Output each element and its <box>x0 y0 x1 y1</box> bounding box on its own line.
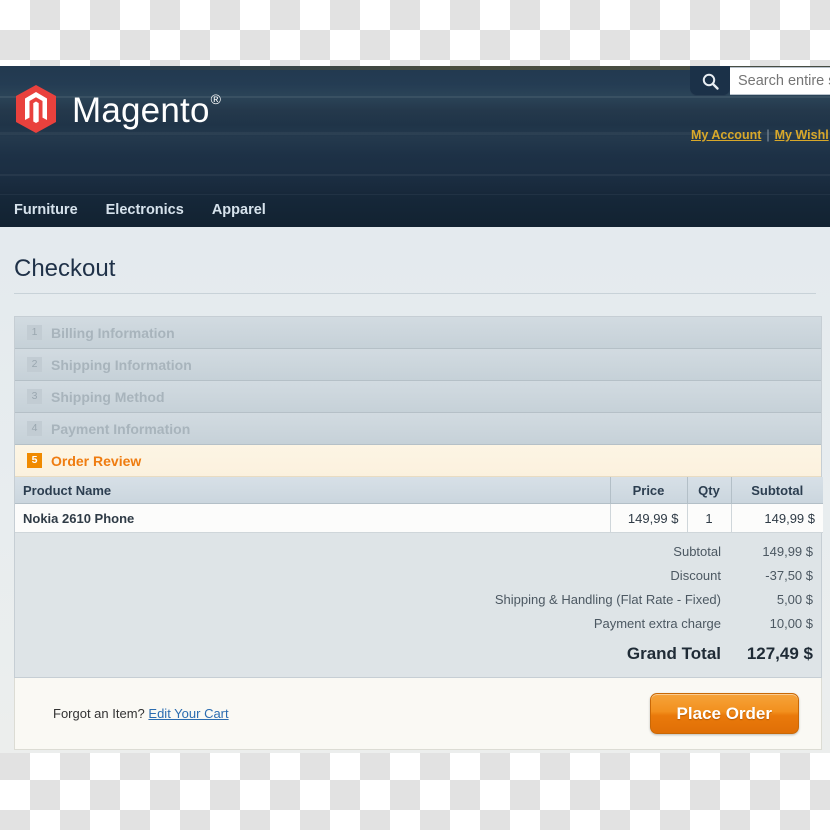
browser-page: Magento® My Account | My Wishl Furniture E… <box>0 66 830 753</box>
totals-label: Payment extra charge <box>593 615 721 631</box>
cell-price: 149,99 $ <box>610 503 688 533</box>
page-title: Checkout <box>14 255 116 282</box>
step-label: Shipping Information <box>51 356 192 373</box>
step-label: Order Review <box>51 452 142 469</box>
nav-item-furniture[interactable]: Furniture <box>14 203 78 218</box>
totals-row-subtotal: Subtotal 149,99 $ <box>15 539 821 563</box>
account-links: My Account | My Wishl <box>691 128 829 142</box>
cell-product-name: Nokia 2610 Phone <box>15 503 611 533</box>
totals-label: Discount <box>670 567 721 583</box>
checkout-step-order-review[interactable]: 5 Order Review <box>15 445 821 477</box>
magento-hexagon-logo-icon <box>16 85 56 133</box>
table-row: Nokia 2610 Phone 149,99 $ 1 149,99 $ <box>15 503 823 533</box>
column-header-qty: Qty <box>687 477 732 504</box>
column-header-product-name: Product Name <box>15 477 611 504</box>
order-items-table: Product Name Price Qty Subtotal Nokia 26… <box>15 477 823 533</box>
cell-subtotal: 149,99 $ <box>731 503 823 533</box>
brand-name: Magento <box>72 90 210 130</box>
step-number: 1 <box>27 325 42 340</box>
site-header: Magento® My Account | My Wishl <box>0 66 830 194</box>
step-number: 4 <box>27 421 42 436</box>
step-label: Shipping Method <box>51 388 165 405</box>
step-label: Billing Information <box>51 324 175 341</box>
search-icon <box>702 73 719 90</box>
checkout-step-billing-information[interactable]: 1 Billing Information <box>15 317 821 349</box>
totals-row-payment-extra-charge: Payment extra charge 10,00 $ <box>15 611 821 635</box>
column-header-price: Price <box>610 477 688 504</box>
checkout-step-payment-information[interactable]: 4 Payment Information <box>15 413 821 445</box>
place-order-button[interactable]: Place Order <box>649 693 799 734</box>
checkout-actions: Forgot an Item? Edit Your Cart Place Ord… <box>14 678 822 750</box>
nav-item-apparel[interactable]: Apparel <box>212 203 266 218</box>
link-separator: | <box>766 128 770 142</box>
order-totals: Subtotal 149,99 $ Discount -37,50 $ Ship… <box>15 533 821 678</box>
column-header-subtotal: Subtotal <box>731 477 823 504</box>
search-box[interactable] <box>690 66 830 96</box>
main-content: Checkout 1 Billing Information 2 Shippin… <box>0 227 830 753</box>
step-number: 2 <box>27 357 42 372</box>
checkout-accordion: 1 Billing Information 2 Shipping Informa… <box>14 316 823 678</box>
edit-your-cart-link[interactable]: Edit Your Cart <box>148 706 228 721</box>
totals-label: Subtotal <box>673 543 721 559</box>
title-divider <box>14 293 816 294</box>
step-label: Payment Information <box>51 420 191 437</box>
step-number: 3 <box>27 389 42 404</box>
site-logo[interactable]: Magento® <box>14 84 222 134</box>
grand-total-value: 127,49 $ <box>746 643 813 663</box>
totals-value: 149,99 $ <box>762 543 813 559</box>
grand-total-label: Grand Total <box>626 643 721 663</box>
cell-qty: 1 <box>687 503 732 533</box>
search-button[interactable] <box>690 66 730 96</box>
totals-row-shipping-handling: Shipping & Handling (Flat Rate - Fixed) … <box>15 587 821 611</box>
step-number: 5 <box>27 453 42 468</box>
nav-item-electronics[interactable]: Electronics <box>106 203 184 218</box>
totals-table: Subtotal 149,99 $ Discount -37,50 $ Ship… <box>15 539 821 669</box>
checkout-step-shipping-information[interactable]: 2 Shipping Information <box>15 349 821 381</box>
site-logo-text: Magento® <box>72 90 222 130</box>
totals-value: 10,00 $ <box>769 615 813 631</box>
header-sheen-3 <box>0 174 830 176</box>
totals-row-grand-total: Grand Total 127,49 $ <box>15 635 821 669</box>
forgot-item-text: Forgot an Item? Edit Your Cart <box>53 706 229 721</box>
main-navigation: Furniture Electronics Apparel <box>0 194 830 227</box>
search-input[interactable] <box>730 67 830 95</box>
registered-mark: ® <box>210 90 222 107</box>
table-header-row: Product Name Price Qty Subtotal <box>15 477 823 504</box>
totals-value: -37,50 $ <box>765 567 813 583</box>
my-account-link[interactable]: My Account <box>691 128 761 142</box>
totals-row-discount: Discount -37,50 $ <box>15 563 821 587</box>
totals-label: Shipping & Handling (Flat Rate - Fixed) <box>494 591 721 607</box>
checkout-step-shipping-method[interactable]: 3 Shipping Method <box>15 381 821 413</box>
forgot-item-label: Forgot an Item? <box>53 706 145 721</box>
totals-value: 5,00 $ <box>776 591 813 607</box>
my-wishlist-link[interactable]: My Wishl <box>775 128 829 142</box>
